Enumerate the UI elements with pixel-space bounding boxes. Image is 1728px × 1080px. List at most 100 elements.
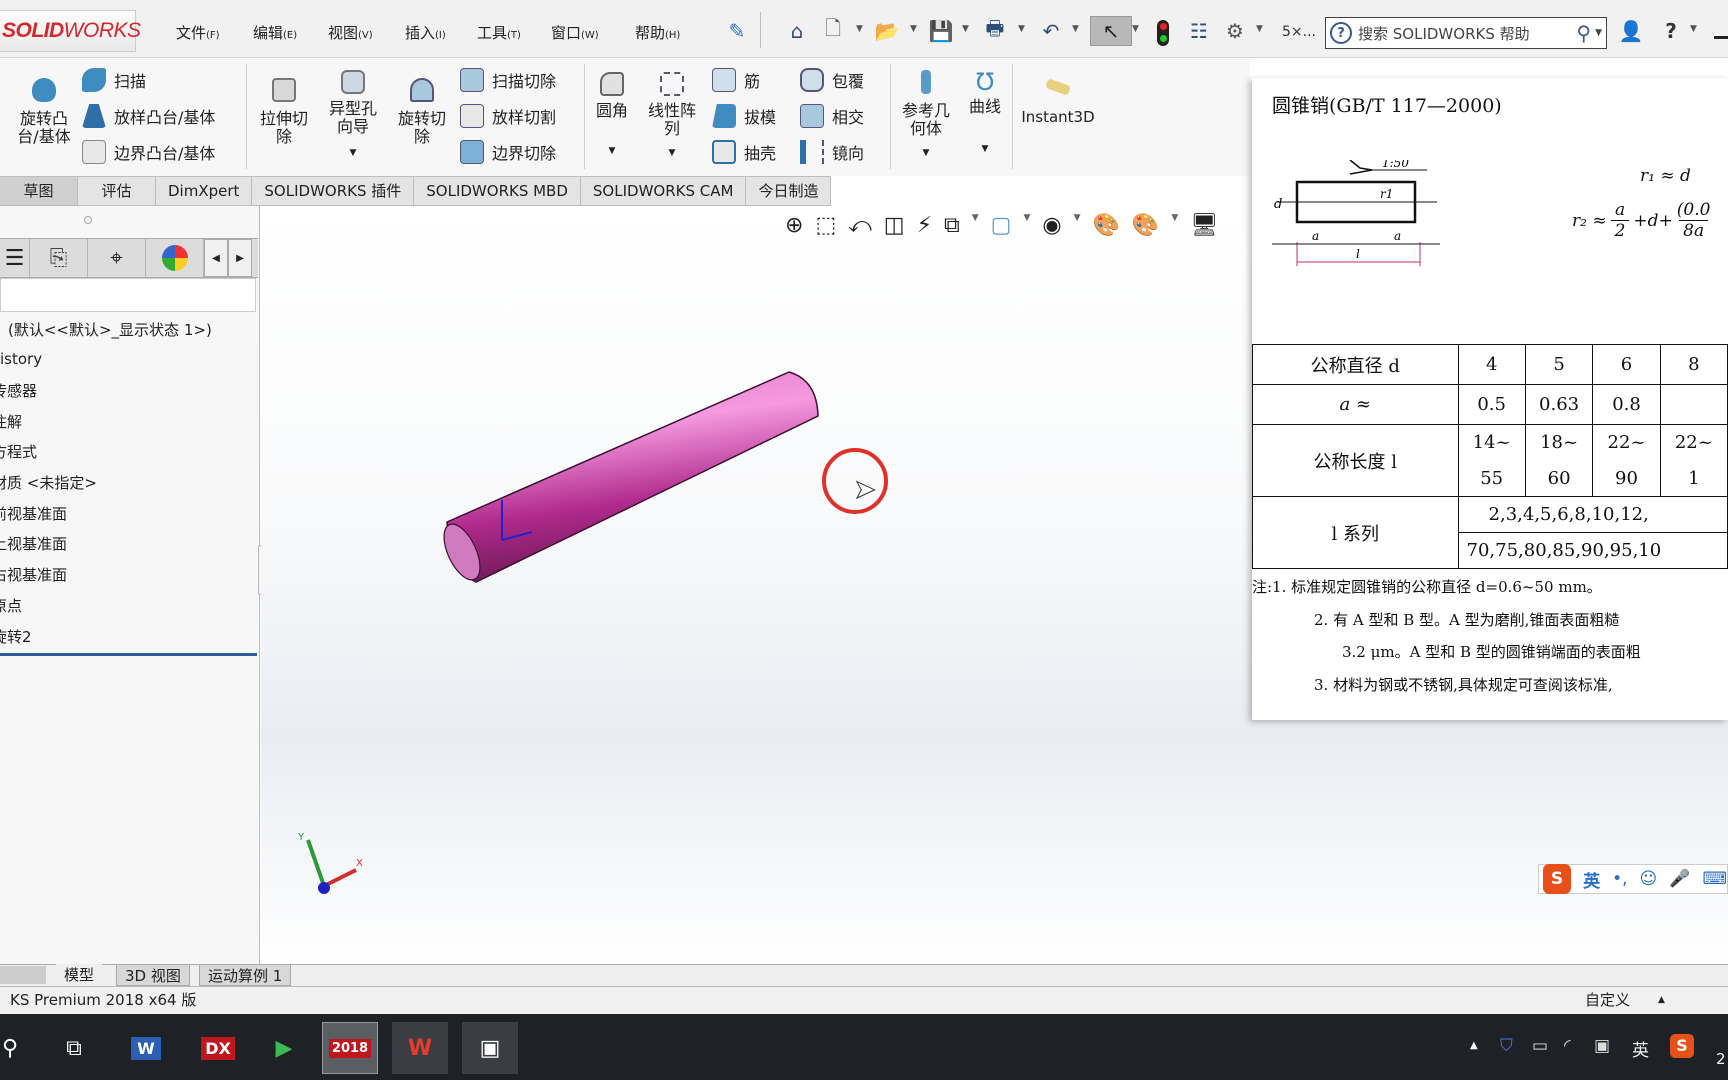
tree-item-revolve2[interactable]: 旋转2 bbox=[0, 626, 32, 647]
view-orientation-icon[interactable]: ⧉ bbox=[944, 213, 960, 238]
menu-insert[interactable]: 插入(I) bbox=[405, 22, 446, 43]
chevron-down-icon[interactable]: ▼ bbox=[592, 142, 632, 160]
select-cursor-icon[interactable]: ↖ bbox=[1090, 16, 1132, 46]
chevron-down-icon[interactable]: ▼ bbox=[1690, 24, 1697, 34]
rib-button[interactable]: 筋 bbox=[712, 68, 760, 92]
chevron-down-icon[interactable]: ▼ bbox=[1595, 28, 1602, 38]
mirror-button[interactable]: 镜向 bbox=[800, 140, 864, 164]
property-manager-tab-icon[interactable]: ⎘ bbox=[30, 239, 88, 277]
rollback-bar[interactable] bbox=[0, 653, 257, 656]
file-properties-icon[interactable]: ☷ bbox=[1184, 16, 1214, 46]
security-shield-icon[interactable]: ⛉ bbox=[1500, 1036, 1513, 1056]
chevron-down-icon[interactable]: ▼ bbox=[960, 140, 1010, 158]
home-icon[interactable]: ⌂ bbox=[782, 16, 812, 46]
clock[interactable]: 2 bbox=[1716, 1050, 1726, 1068]
menu-tools[interactable]: 工具(T) bbox=[477, 22, 521, 43]
tab-scroll-left-icon[interactable]: ◀ bbox=[204, 239, 228, 277]
ime-punctuation-toggle[interactable]: •, bbox=[1612, 869, 1627, 889]
ime-voice-icon[interactable]: 🎤 bbox=[1669, 869, 1690, 889]
panel-grip-icon[interactable] bbox=[84, 216, 92, 224]
reference-document-window[interactable]: 圆锥销(GB/T 117—2000) 1:50 d r1 a a l r₁ ≈ … bbox=[1252, 78, 1728, 720]
options-gear-icon[interactable]: ⚙ bbox=[1220, 16, 1250, 46]
feature-tree-filter[interactable] bbox=[0, 278, 256, 312]
previous-view-icon[interactable]: ⤺ bbox=[848, 213, 872, 238]
chevron-down-icon[interactable]: ▼ bbox=[1256, 24, 1263, 34]
wifi-icon[interactable]: ◜ bbox=[1564, 1036, 1571, 1056]
boundary-cut-button[interactable]: 边界切除 bbox=[460, 140, 556, 164]
ime-keyboard-icon[interactable]: ⌨ bbox=[1702, 869, 1727, 889]
search-icon[interactable]: ⚲ bbox=[1576, 21, 1591, 45]
sweep-button[interactable]: 扫描 bbox=[82, 68, 146, 92]
boundary-boss-button[interactable]: 边界凸台/基体 bbox=[82, 140, 215, 164]
chevron-down-icon[interactable]: ▼ bbox=[640, 144, 704, 162]
help-search-box[interactable]: ? 搜索 SOLIDWORKS 帮助 ⚲ ▼ bbox=[1325, 17, 1607, 49]
zoom-to-fit-icon[interactable]: ⊕ bbox=[785, 213, 803, 238]
loft-boss-button[interactable]: 放样凸台/基体 bbox=[82, 104, 215, 128]
chevron-down-icon[interactable]: ▼ bbox=[962, 24, 969, 34]
feature-tree-tab-icon[interactable]: ☰ bbox=[0, 239, 30, 277]
tree-item-right-plane[interactable]: 右视基准面 bbox=[0, 564, 67, 585]
task-view-icon[interactable]: ⧉ bbox=[46, 1024, 102, 1072]
tree-item-top-plane[interactable]: 上视基准面 bbox=[0, 533, 67, 554]
sogou-tray-icon[interactable]: S bbox=[1670, 1034, 1694, 1058]
tree-item-equations[interactable]: 方程式 bbox=[0, 441, 37, 462]
undo-icon[interactable]: ↶ bbox=[1036, 16, 1066, 46]
tab-dimxpert[interactable]: DimXpert bbox=[156, 176, 253, 206]
new-document-icon[interactable]: 🗋 bbox=[818, 16, 848, 46]
view-settings-monitor-icon[interactable]: 🖥 bbox=[1190, 213, 1218, 238]
tray-overflow-icon[interactable]: ▲ bbox=[1470, 1040, 1478, 1051]
tab-today-manufacturing[interactable]: 今日制造 bbox=[746, 176, 832, 206]
tree-item-origin[interactable]: 原点 bbox=[0, 595, 22, 616]
chevron-up-icon[interactable]: ▲ bbox=[1658, 987, 1665, 1013]
wrap-button[interactable]: 包覆 bbox=[800, 68, 864, 92]
help-icon[interactable]: ? bbox=[1656, 16, 1686, 46]
units-selector[interactable]: 自定义 bbox=[1585, 987, 1630, 1013]
sogou-logo-icon[interactable]: S bbox=[1543, 864, 1572, 894]
screen-recorder-icon[interactable]: ▣ bbox=[462, 1022, 518, 1074]
edit-appearance-icon[interactable]: 🎨 bbox=[1093, 213, 1120, 238]
user-account-icon[interactable]: 👤 bbox=[1616, 16, 1646, 46]
instant3d-button[interactable]: Instant3D bbox=[1018, 78, 1098, 126]
print-icon[interactable]: 🖶 bbox=[980, 16, 1010, 46]
menu-view[interactable]: 视图(V) bbox=[328, 22, 373, 43]
hole-wizard-button[interactable]: 异型孔 向导 ▼ bbox=[318, 70, 388, 162]
solidworks-taskbar-icon[interactable]: 2018 bbox=[322, 1022, 378, 1074]
tab-evaluate[interactable]: 评估 bbox=[78, 176, 156, 206]
minimize-button[interactable] bbox=[1714, 36, 1728, 39]
tree-item-history[interactable]: istory bbox=[0, 350, 42, 368]
save-icon[interactable]: 💾 bbox=[926, 16, 956, 46]
battery-icon[interactable]: ▭ bbox=[1532, 1036, 1548, 1056]
tab-scroll-right-icon[interactable]: ▶ bbox=[228, 239, 252, 277]
chevron-down-icon[interactable]: ▼ bbox=[972, 213, 979, 238]
chevron-down-icon[interactable]: ▼ bbox=[1171, 213, 1178, 238]
tapered-pin-model[interactable] bbox=[440, 360, 840, 600]
chevron-down-icon[interactable]: ▼ bbox=[896, 144, 956, 162]
linear-pattern-button[interactable]: 线性阵 列 ▼ bbox=[640, 72, 704, 162]
tab-3d-view[interactable]: 3D 视图 bbox=[116, 964, 190, 986]
zoom-level-label[interactable]: 5×... bbox=[1282, 24, 1316, 40]
chevron-down-icon[interactable]: ▼ bbox=[1018, 24, 1025, 34]
chevron-down-icon[interactable]: ▼ bbox=[856, 24, 863, 34]
chevron-down-icon[interactable]: ▼ bbox=[1072, 24, 1079, 34]
ime-emoji-icon[interactable]: ☺ bbox=[1640, 869, 1658, 889]
dynamic-annotation-icon[interactable]: ⚡ bbox=[917, 213, 932, 238]
reference-geometry-button[interactable]: 参考几 何体 ▼ bbox=[896, 70, 956, 162]
section-view-icon[interactable]: ◫ bbox=[884, 213, 905, 238]
menu-edit[interactable]: 编辑(E) bbox=[253, 22, 297, 43]
tab-sketch[interactable]: 草图 bbox=[0, 176, 78, 206]
chevron-down-icon[interactable]: ▼ bbox=[1074, 213, 1081, 238]
tab-scroll-controls[interactable] bbox=[0, 966, 46, 984]
wps-app-icon[interactable]: W bbox=[392, 1022, 448, 1074]
swept-cut-button[interactable]: 扫描切除 bbox=[460, 68, 556, 92]
configuration-manager-tab-icon[interactable]: ⌖ bbox=[88, 239, 146, 277]
appearance-tab-icon[interactable] bbox=[146, 239, 204, 277]
tree-item-annotations[interactable]: 注解 bbox=[0, 411, 22, 432]
intersect-button[interactable]: 相交 bbox=[800, 104, 864, 128]
tree-config-label[interactable]: (默认<<默认>_显示状态 1>) bbox=[8, 319, 212, 340]
hide-show-items-icon[interactable]: ◉ bbox=[1042, 213, 1061, 238]
open-icon[interactable]: 📂 bbox=[872, 16, 902, 46]
word-app-icon[interactable]: W bbox=[118, 1024, 174, 1072]
tree-item-material[interactable]: 材质 <未指定> bbox=[0, 472, 97, 493]
menu-file[interactable]: 文件(F) bbox=[176, 22, 220, 43]
chevron-down-icon[interactable]: ▼ bbox=[1132, 24, 1139, 34]
